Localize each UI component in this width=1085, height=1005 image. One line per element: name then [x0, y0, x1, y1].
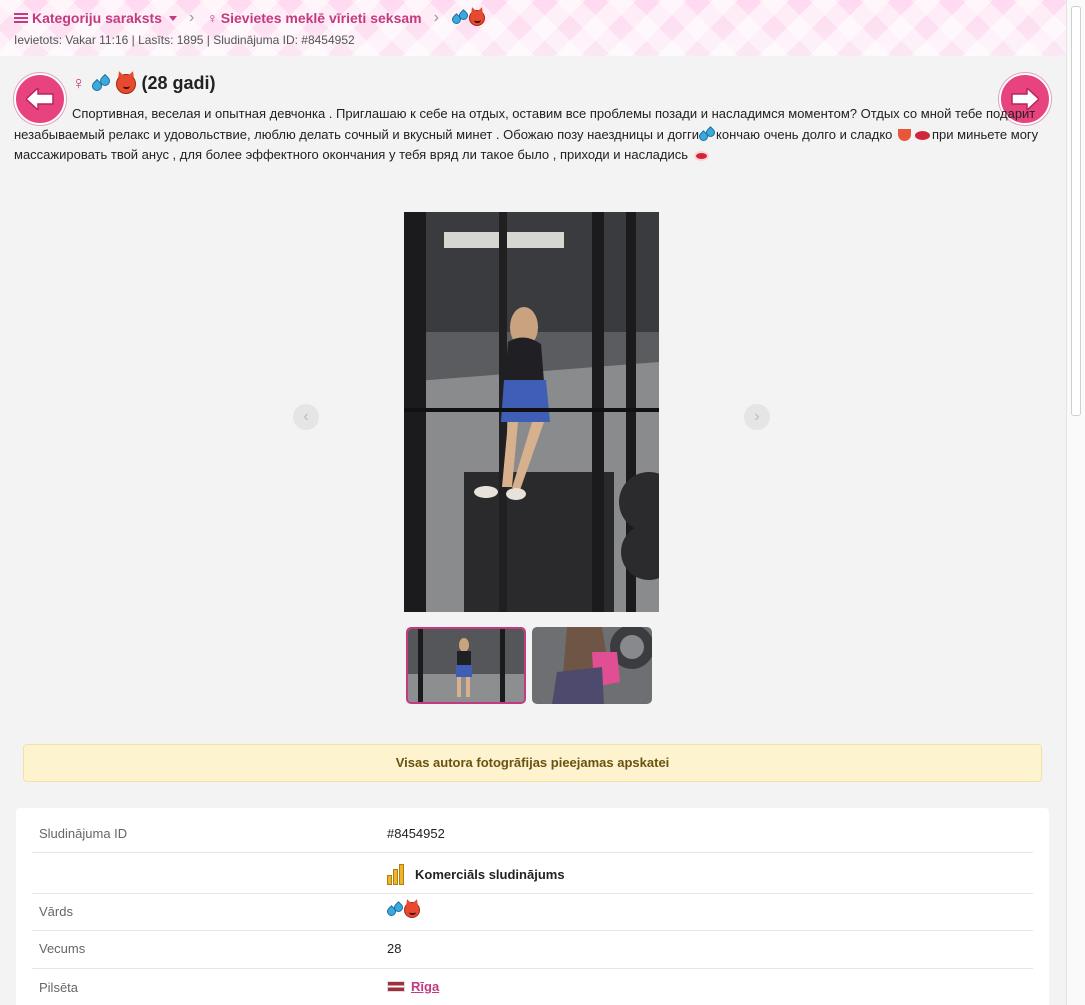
details-row-name: Vārds [32, 894, 1033, 931]
name-value [385, 900, 420, 918]
details-row-age: Vecums 28 [32, 931, 1033, 969]
gallery-thumbnail[interactable] [406, 627, 526, 704]
all-photos-notice: Visas autora fotogrāfijas pieejamas apsk… [23, 744, 1042, 782]
sweat-drops-icon [697, 125, 717, 143]
chevron-right-icon: › [188, 9, 195, 26]
latvia-flag-icon [387, 981, 405, 992]
breadcrumb: Kategoriju saraksts › ♀ Sievietes meklē … [14, 8, 485, 27]
devil-face-icon [404, 902, 420, 918]
sweat-drops-icon [450, 8, 470, 26]
details-value: 28 [387, 941, 402, 956]
venus-icon: ♀ [72, 73, 86, 93]
breadcrumb-subcategory-link[interactable]: ♀ Sievietes meklē vīrieti seksam [207, 10, 421, 26]
category-list-dropdown[interactable]: Kategoriju saraksts [14, 10, 177, 26]
category-list-label: Kategoriju saraksts [32, 10, 162, 26]
devil-face-icon [115, 73, 136, 94]
listing-meta: Ievietots: Vakar 11:16 | Lasīts: 1895 | … [14, 33, 355, 47]
details-row-commercial: Komerciāls sludinājums [32, 853, 1033, 894]
city-value: Rīga [387, 979, 439, 994]
tongue-icon [898, 129, 912, 142]
scrollbar[interactable] [1066, 0, 1085, 1005]
header: Kategoriju saraksts › ♀ Sievietes meklē … [0, 0, 1066, 56]
list-icon [14, 12, 28, 24]
page: Kategoriju saraksts › ♀ Sievietes meklē … [0, 0, 1066, 1005]
devil-face-icon [468, 10, 485, 26]
sweat-drops-icon [89, 73, 112, 93]
details-label: Vārds [39, 904, 73, 919]
details-label: Pilsēta [39, 980, 79, 995]
thumbnail-image [532, 627, 652, 704]
description-part-4: у тебя вряд ли такое было , приходи и на… [388, 147, 692, 162]
details-value: #8454952 [387, 826, 445, 841]
venus-icon: ♀ [207, 10, 218, 26]
sweat-drops-icon [385, 900, 405, 918]
details-label: Sludinājuma ID [39, 826, 128, 841]
subcategory-label: Sievietes meklē vīrieti seksam [220, 10, 422, 26]
caret-down-icon [168, 15, 177, 21]
chevron-right-icon: › [433, 9, 439, 26]
listing-title: ♀ (28 gadi) [72, 73, 216, 94]
listing-details-table: Sludinājuma ID #8454952 Komerciāls sludi… [16, 808, 1049, 1005]
main-photo-image [404, 212, 659, 612]
details-row-id: Sludinājuma ID #8454952 [32, 818, 1033, 853]
breadcrumb-current [450, 8, 485, 26]
age-title: (28 gadi) [141, 73, 216, 93]
gallery-thumbnail[interactable] [532, 627, 652, 704]
thumbnail-image [408, 629, 524, 702]
lips-icon [915, 130, 931, 140]
commercial-label: Komerciāls sludinājums [415, 866, 565, 882]
commercial-badge: Komerciāls sludinājums [387, 863, 565, 885]
listing-description: Спортивная, веселая и опытная девчонка .… [14, 104, 1044, 166]
lips-icon [693, 150, 709, 161]
scrollbar-thumb[interactable] [1071, 6, 1081, 416]
description-part-2: кончаю очень долго и сладко [716, 126, 897, 142]
bar-chart-icon [387, 863, 409, 885]
details-row-city: Pilsēta Rīga [32, 969, 1033, 1005]
main-photo[interactable] [404, 212, 659, 612]
city-link[interactable]: Rīga [411, 979, 439, 994]
gallery-prev-button[interactable]: ‹ [293, 404, 319, 430]
details-label: Vecums [39, 941, 86, 956]
gallery-next-button[interactable]: › [744, 404, 770, 430]
